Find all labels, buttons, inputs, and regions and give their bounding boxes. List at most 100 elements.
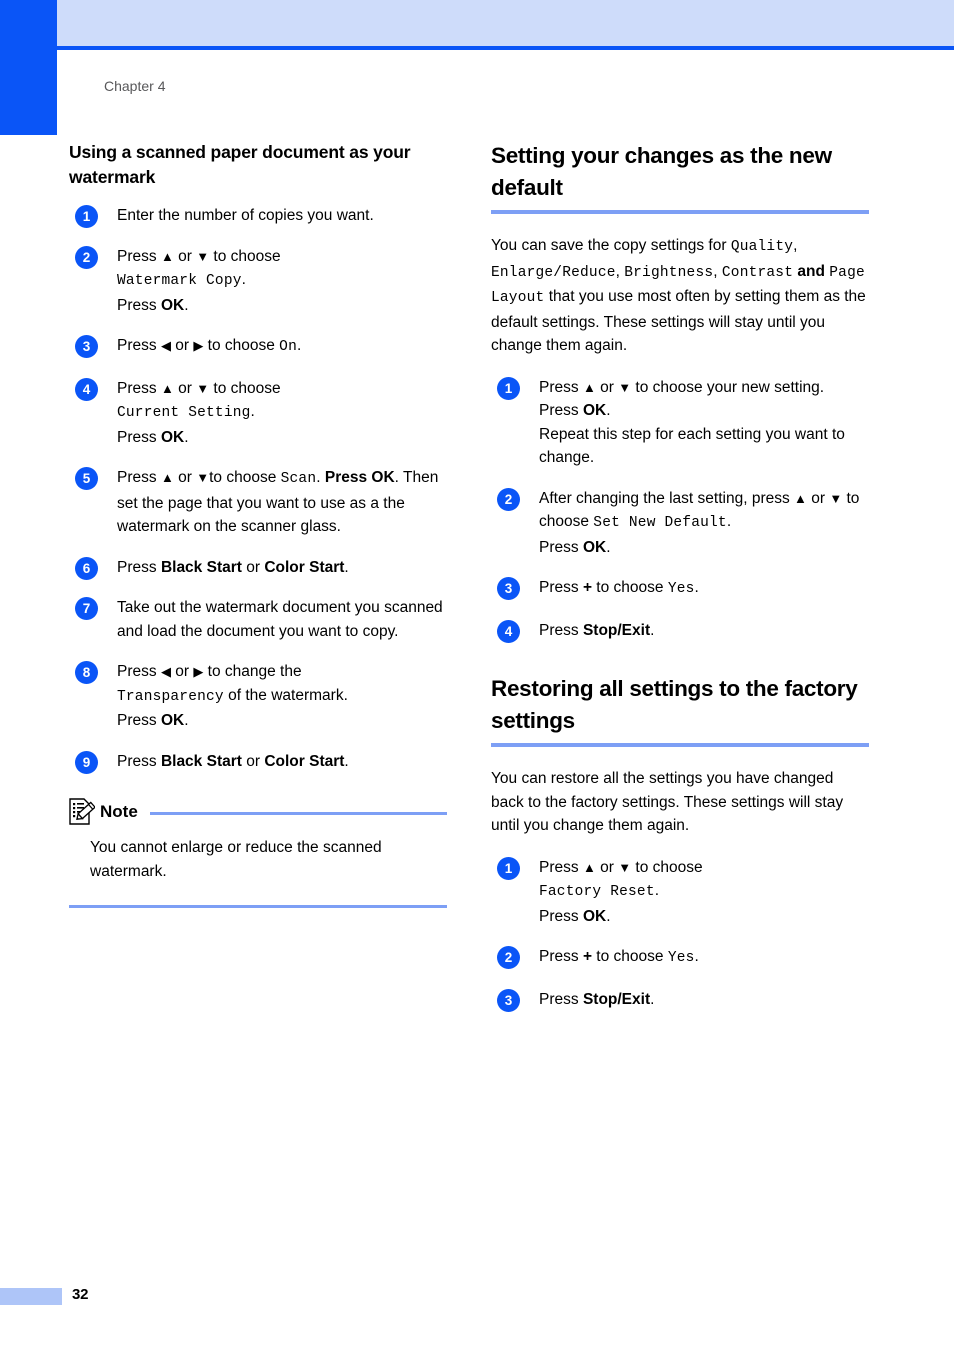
numbered-step: 4 Press Stop/Exit. <box>491 619 869 643</box>
text-run: or <box>595 378 619 396</box>
step-line: Press + to choose Yes. <box>539 576 869 602</box>
text-run: Enter the number of copies you want. <box>117 207 374 224</box>
lcd-text: Enlarge/Reduce <box>491 264 616 281</box>
numbered-step: 3 Press ◀ or ▶ to choose On. <box>69 334 447 360</box>
lcd-text: On <box>279 339 297 355</box>
arrow-key-icon: ▲ <box>160 380 174 396</box>
numbered-step: 8 Press ◀ or ▶ to change the Transparency … <box>69 660 447 733</box>
step-line: Press OK. <box>117 709 447 733</box>
key-label: Black Start <box>160 558 242 576</box>
text-run: Press <box>117 712 161 729</box>
header-band <box>57 0 954 46</box>
text-run: Repeat this step for each setting you wa… <box>539 425 845 467</box>
step-line: Press Black Start or Color Start. <box>117 556 447 580</box>
step-number-badge: 3 <box>497 988 520 1012</box>
text-run: Press <box>539 858 583 876</box>
text-run: Press <box>539 579 583 596</box>
step-number-badge: 8 <box>75 661 98 684</box>
factory-reset-step-list: 1 Press ▲ or ▼ to choose Factory Reset. Pre… <box>491 856 869 1012</box>
arrow-key-icon: ▼ <box>618 379 632 395</box>
step-number-badge: 1 <box>497 856 520 880</box>
text-run: to choose <box>592 579 668 596</box>
text-run: that you use most often by setting them … <box>491 288 866 354</box>
arrow-key-icon: ▲ <box>160 470 174 485</box>
step-line: Press OK. <box>539 905 869 929</box>
key-label: OK <box>160 428 185 446</box>
step-line: Transparency of the watermark. <box>117 684 447 710</box>
note-pencil-page-icon <box>68 797 96 826</box>
step-number-badge: 2 <box>497 487 520 511</box>
text-run: , <box>615 262 625 280</box>
text-run: Press <box>539 538 583 556</box>
numbered-step: 3 Press Stop/Exit. <box>491 988 869 1012</box>
lcd-text: Scan <box>280 471 317 487</box>
step-number-badge: 9 <box>75 750 98 774</box>
text-run: . <box>344 558 349 576</box>
lcd-text: Watermark Copy <box>117 273 242 289</box>
step-number-badge: 3 <box>75 335 98 358</box>
text-run: to choose <box>592 948 668 965</box>
note-header: Note <box>69 797 447 826</box>
section-heading-new-default: Setting your changes as the new default <box>491 143 832 200</box>
text-run: or <box>595 858 619 876</box>
text-run: or <box>806 489 830 507</box>
numbered-step: 7 Take out the watermark document you sca… <box>69 596 447 643</box>
header-rule <box>57 46 954 50</box>
text-run: , <box>793 237 798 254</box>
text-run: . <box>296 337 302 354</box>
arrow-key-icon: ▼ <box>196 470 210 485</box>
step-line: Press Stop/Exit. <box>539 619 869 643</box>
text-run: . <box>606 402 611 419</box>
lcd-text: Yes <box>667 581 695 597</box>
step-line: Press Stop/Exit. <box>539 988 869 1012</box>
key-label: Stop/Exit <box>582 990 651 1008</box>
section-rule-factory-reset <box>491 743 869 747</box>
text-run: . <box>726 513 732 530</box>
step-number-badge: 6 <box>75 556 98 580</box>
step-line: Current Setting. <box>117 400 447 426</box>
step-number-badge: 2 <box>497 946 520 969</box>
arrow-key-icon: ▲ <box>582 379 596 395</box>
step-line: Press ▲ or ▼ to choose your new setting. <box>539 376 869 400</box>
key-label: + <box>582 579 592 596</box>
text-run: or <box>241 752 265 770</box>
step-line: Take out the watermark document you scan… <box>117 596 447 643</box>
numbered-step: 2 Press + to choose Yes. <box>491 945 869 971</box>
step-line: After changing the last setting, press ▲… <box>539 487 869 536</box>
note-title: Note <box>100 801 138 821</box>
text-run: Press <box>539 990 583 1008</box>
text-run: . <box>694 579 699 596</box>
arrow-key-icon: ▲ <box>160 248 174 264</box>
footer-tab <box>0 1288 62 1305</box>
note-header-rule <box>149 812 447 815</box>
text-run: You can save the copy settings for <box>491 237 731 254</box>
text-run: . <box>250 403 255 420</box>
page-number: 32 <box>72 1286 89 1303</box>
text-run: . <box>654 882 660 899</box>
numbered-step: 6 Press Black Start or Color Start. <box>69 556 447 580</box>
text-run: to choose <box>209 379 281 397</box>
text-run: to choose <box>209 469 281 486</box>
step-line: Press ◀ or ▶ to choose On. <box>117 334 447 360</box>
key-label: Color Start <box>264 752 345 770</box>
text-run: or <box>170 337 194 354</box>
lcd-text: Quality <box>730 239 794 255</box>
text-run: Press <box>117 663 161 680</box>
lcd-text: Factory Reset <box>539 884 655 900</box>
text-run: Press <box>117 247 161 265</box>
left-chapter-tab <box>0 0 57 135</box>
text-run: , <box>713 262 722 280</box>
arrow-key-icon: ▼ <box>618 859 632 875</box>
text-run: . <box>650 990 655 1008</box>
text-run: Press <box>539 907 583 925</box>
text-run: Press <box>117 296 161 314</box>
step-line: Press OK. <box>539 536 869 560</box>
step-number-badge: 1 <box>75 205 98 228</box>
text-run: or <box>173 469 197 486</box>
text-run: Press <box>539 402 583 419</box>
step-line: Factory Reset. <box>539 879 869 905</box>
text-run: . <box>694 948 699 965</box>
text-run: . <box>184 428 189 446</box>
step-number-badge: 1 <box>497 376 520 400</box>
step-number-badge: 2 <box>75 245 98 269</box>
